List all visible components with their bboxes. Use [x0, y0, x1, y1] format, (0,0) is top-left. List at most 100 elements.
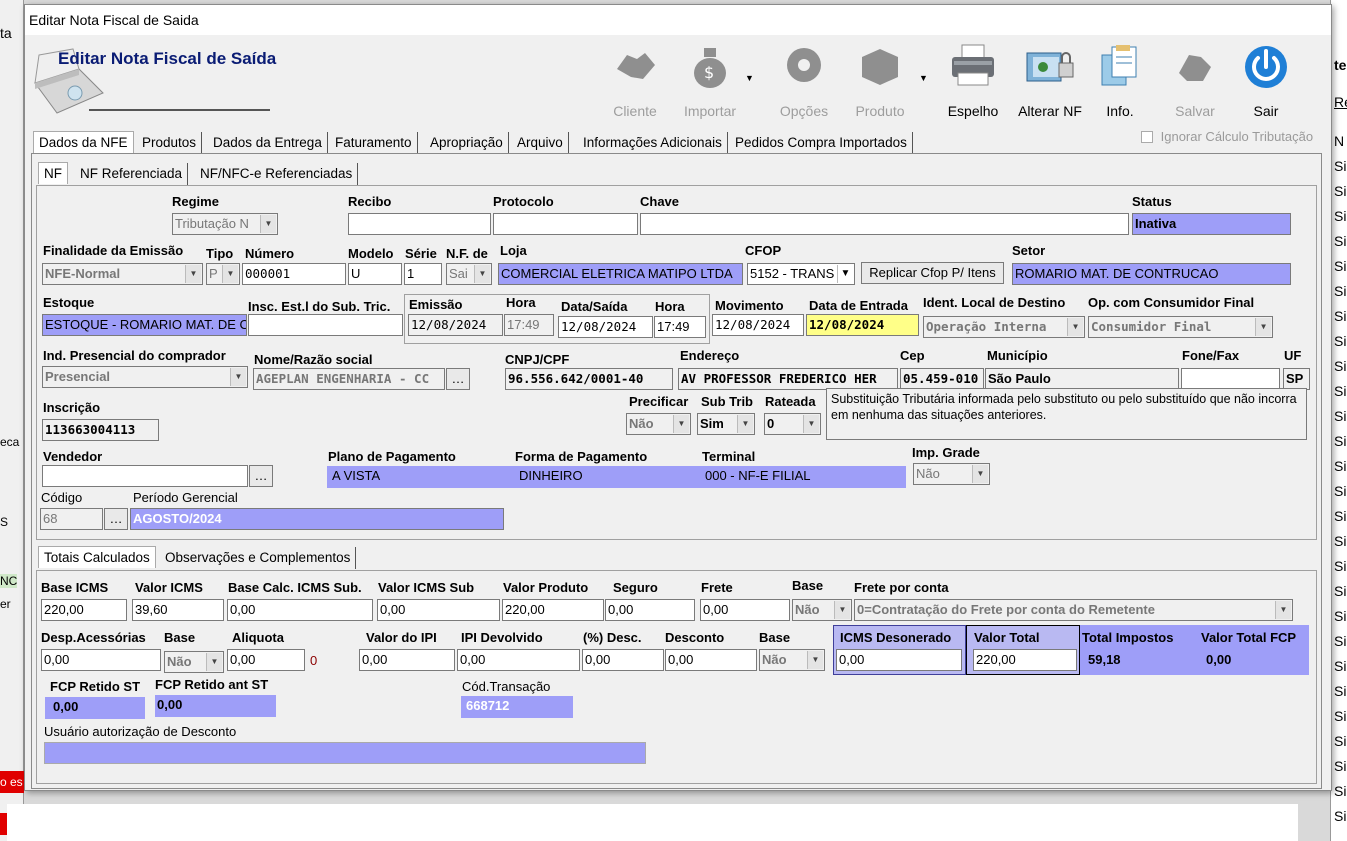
tab-nfc-referenciadas[interactable]: NF/NFC-e Referenciadas — [195, 163, 359, 185]
opcoes-button[interactable]: Opções — [773, 43, 835, 119]
tab-dados-nfe[interactable]: Dados da NFE — [33, 131, 134, 153]
numero-input[interactable]: 000001 — [242, 263, 346, 285]
base-calc-sub-field[interactable]: 0,00 — [227, 599, 373, 621]
search-cliente-button[interactable]: … — [446, 368, 470, 390]
chevron-down-icon: ▼ — [673, 415, 689, 433]
bg-list-item: Si — [1334, 433, 1347, 449]
vendedor-input[interactable] — [42, 465, 248, 487]
ipi-dev-field[interactable]: 0,00 — [457, 649, 580, 671]
ind-presencial-select[interactable]: Presencial ▼ — [42, 366, 248, 388]
base-icms-field[interactable]: 220,00 — [41, 599, 127, 621]
gear-icon — [787, 48, 821, 82]
alterar-nf-button[interactable]: Alterar NF — [1012, 43, 1088, 119]
tab-arquivo[interactable]: Arquivo — [512, 132, 569, 154]
save-icon — [1179, 55, 1211, 81]
fone-input[interactable] — [1181, 368, 1280, 390]
data-entrada-input[interactable]: 12/08/2024 — [806, 314, 919, 336]
tab-faturamento[interactable]: Faturamento — [330, 132, 418, 154]
produto-dropdown-icon[interactable]: ▼ — [919, 73, 928, 83]
espelho-button[interactable]: Espelho — [940, 43, 1006, 119]
ident-local-select[interactable]: Operação Interna ▼ — [923, 316, 1085, 338]
tab-pedidos-compra[interactable]: Pedidos Compra Importados — [730, 132, 913, 154]
bg-list-item: Si — [1334, 608, 1347, 624]
cliente-button[interactable]: Cliente — [607, 43, 663, 119]
tab-totais-calculados[interactable]: Totais Calculados — [38, 546, 156, 568]
saida-hora-input[interactable]: 17:49 — [654, 316, 706, 338]
cfop-label: CFOP — [745, 243, 782, 258]
protocolo-input[interactable] — [493, 213, 638, 235]
tipo-select[interactable]: P ▼ — [206, 263, 240, 285]
modelo-label: Modelo — [348, 246, 394, 261]
bg-text: Re — [1334, 94, 1347, 110]
valor-ipi-field[interactable]: 0,00 — [359, 649, 455, 671]
checkbox-box[interactable] — [1141, 131, 1153, 143]
desc-base-select[interactable]: Não ▼ — [759, 649, 825, 671]
seguro-field[interactable]: 0,00 — [605, 599, 695, 621]
sair-button[interactable]: Sair — [1235, 43, 1297, 119]
chevron-down-icon: ▼ — [222, 265, 238, 283]
modelo-input[interactable]: U — [348, 263, 402, 285]
importar-button[interactable]: $ ▼ Importar — [675, 43, 754, 119]
aliquota-field[interactable]: 0,00 — [227, 649, 305, 671]
tab-apropriacao[interactable]: Apropriação — [425, 132, 509, 154]
tab-produtos[interactable]: Produtos — [137, 132, 203, 154]
desconto-field[interactable]: 0,00 — [665, 649, 757, 671]
rateada-select[interactable]: 0 ▼ — [764, 413, 821, 435]
precificar-select[interactable]: Não ▼ — [626, 413, 691, 435]
ignorar-calculo-checkbox[interactable]: Ignorar Cálculo Tributação — [1141, 129, 1321, 147]
salvar-button[interactable]: Salvar — [1165, 43, 1225, 119]
sub-trib-select[interactable]: Sim ▼ — [697, 413, 755, 435]
finalidade-label: Finalidade da Emissão — [43, 243, 184, 258]
fcp-retido-ant-label: FCP Retido ant ST — [155, 677, 269, 692]
bg-status-red: o es — [0, 771, 24, 793]
valor-produto-field[interactable]: 220,00 — [502, 599, 604, 621]
icms-deson-field[interactable]: 0,00 — [836, 649, 962, 671]
desp-field[interactable]: 0,00 — [41, 649, 161, 671]
id-card-lock-icon — [1026, 52, 1074, 82]
desp-base-select[interactable]: Não ▼ — [164, 651, 224, 673]
tab-nf-referenciada[interactable]: NF Referenciada — [75, 163, 189, 185]
frete-conta-select[interactable]: 0=Contratação do Frete por conta do Reme… — [854, 599, 1293, 621]
tab-dados-entrega[interactable]: Dados da Entrega — [208, 132, 328, 154]
finalidade-select[interactable]: NFE-Normal ▼ — [42, 263, 203, 285]
produto-button[interactable]: ▼ Produto — [847, 43, 928, 119]
desp-base-label: Base — [164, 630, 196, 645]
cep-label: Cep — [900, 348, 925, 363]
serie-input[interactable]: 1 — [404, 263, 442, 285]
movimento-input[interactable]: 12/08/2024 — [712, 314, 804, 336]
chevron-down-icon: ▼ — [1275, 601, 1291, 619]
tab-observacoes[interactable]: Observações e Complementos — [160, 547, 357, 569]
bg-list-item: Si — [1334, 733, 1347, 749]
regime-select[interactable]: Tributação N ▼ — [172, 213, 278, 235]
bg-text: te — [1334, 57, 1347, 73]
tab-nf[interactable]: NF — [38, 162, 68, 184]
chave-label: Chave — [640, 194, 680, 209]
chave-input[interactable] — [640, 213, 1129, 235]
bg-list-item: Si — [1334, 808, 1347, 824]
title-bar[interactable]: Editar Nota Fiscal de Saida — [25, 5, 1331, 35]
chevron-down-icon: ▼ — [737, 415, 753, 433]
valor-icms-field[interactable]: 39,60 — [132, 599, 224, 621]
desconto-label: Desconto — [665, 630, 725, 645]
valor-total-field[interactable]: 220,00 — [973, 649, 1077, 671]
bg-list-item: Si — [1334, 558, 1347, 574]
data-saida-label: Data/Saída — [561, 299, 628, 314]
op-consumidor-select[interactable]: Consumidor Final ▼ — [1088, 316, 1273, 338]
nf-de-select[interactable]: Sai ▼ — [446, 263, 492, 285]
recibo-input[interactable] — [348, 213, 491, 235]
search-periodo-button[interactable]: … — [104, 508, 128, 530]
search-vendedor-button[interactable]: … — [249, 465, 273, 487]
imp-grade-select[interactable]: Não ▼ — [913, 463, 990, 485]
replicar-cfop-button[interactable]: Replicar Cfop P/ Itens — [861, 262, 1004, 284]
tab-info-adicionais[interactable]: Informações Adicionais — [578, 132, 728, 154]
frete-field[interactable]: 0,00 — [700, 599, 790, 621]
cfop-select[interactable]: 5152 - TRANS ▼ — [747, 263, 855, 285]
insc-st-input[interactable] — [248, 314, 403, 336]
bg-list-item: Si — [1334, 158, 1347, 174]
info-button[interactable]: Info. — [1093, 43, 1147, 119]
importar-dropdown-icon[interactable]: ▼ — [745, 73, 754, 83]
frete-base-select[interactable]: Não ▼ — [792, 599, 852, 621]
data-saida-input[interactable]: 12/08/2024 — [558, 316, 653, 338]
perc-desc-field[interactable]: 0,00 — [582, 649, 664, 671]
valor-icms-sub-field[interactable]: 0,00 — [377, 599, 500, 621]
